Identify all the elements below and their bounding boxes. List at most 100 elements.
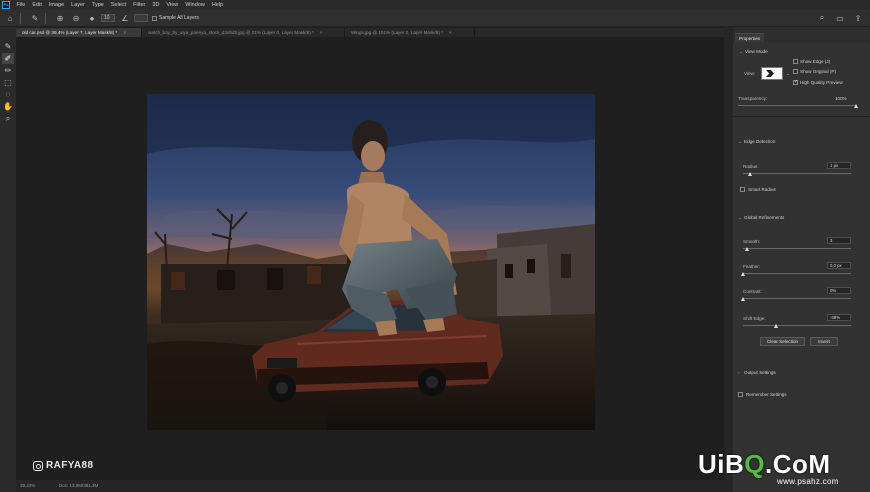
menu-image[interactable]: Image xyxy=(45,0,67,10)
instagram-watermark: RAFYA88 xyxy=(33,460,93,471)
subtract-mode-icon[interactable]: ⊖ xyxy=(70,12,82,24)
shift-edge-label: Shift Edge: xyxy=(743,316,766,321)
canvas-area[interactable] xyxy=(16,37,724,480)
transparency-slider-track[interactable] xyxy=(738,105,856,106)
tab-wings[interactable]: Wings.jpg @ 151% (Layer 0, Layer Mask/8)… xyxy=(345,28,475,37)
angle-icon[interactable]: ∠ xyxy=(119,12,131,24)
menu-type[interactable]: Type xyxy=(88,0,107,10)
lasso-tool-icon[interactable]: ◌ xyxy=(2,89,14,100)
share-icon[interactable]: ⇪ xyxy=(852,12,864,24)
properties-panel: Properties ⌄ View Mode View: ⌄ Show Edge … xyxy=(733,27,870,492)
tools-panel: ✎ ✐ ✏ ⬚ ◌ ✋ ⌕ xyxy=(0,27,16,492)
contrast-field[interactable]: 0% xyxy=(827,287,851,294)
refine-edge-brush-icon[interactable]: ✐ xyxy=(2,53,14,64)
photoshop-logo-icon: Ps xyxy=(2,1,10,9)
site-watermark-part-b: Q xyxy=(744,449,766,479)
workspace-icon[interactable]: ▭ xyxy=(834,12,846,24)
shift-edge-slider-thumb[interactable] xyxy=(774,324,778,328)
divider xyxy=(733,116,870,117)
view-mode-header[interactable]: ⌄ View Mode xyxy=(739,49,768,55)
quick-selection-tool-icon[interactable]: ✎ xyxy=(2,41,14,52)
tab-label: watch_boy_by_aiya_poenya_stock_d2obd2.jp… xyxy=(148,30,314,35)
angle-field[interactable] xyxy=(134,14,148,22)
tab-watch-boy[interactable]: watch_boy_by_aiya_poenya_stock_d2obd2.jp… xyxy=(142,28,345,37)
checkbox-box[interactable] xyxy=(152,15,157,21)
divider xyxy=(20,12,21,24)
instagram-icon xyxy=(33,460,43,471)
shift-edge-field[interactable]: -38% xyxy=(827,314,851,321)
divider xyxy=(45,12,46,24)
transparency-value[interactable]: 100% xyxy=(835,96,847,101)
global-refinements-header[interactable]: ⌄ Global Refinements xyxy=(738,215,784,221)
close-icon[interactable]: × xyxy=(320,30,323,35)
tab-label: Wings.jpg @ 151% (Layer 0, Layer Mask/8)… xyxy=(351,30,443,35)
smooth-slider-track[interactable] xyxy=(743,248,851,249)
refine-brush-icon[interactable]: ✎ xyxy=(29,12,41,24)
close-icon[interactable]: × xyxy=(123,30,126,35)
menu-filter[interactable]: Filter xyxy=(130,0,149,10)
radius-label: Radius: xyxy=(743,164,759,169)
menu-edit[interactable]: Edit xyxy=(29,0,45,10)
shift-edge-slider-track[interactable] xyxy=(743,325,851,326)
feather-slider-thumb[interactable] xyxy=(741,272,745,276)
radius-field[interactable]: 1 px xyxy=(827,162,851,169)
zoom-level[interactable]: 39,43% xyxy=(20,480,35,492)
view-dropdown-chevron-icon[interactable]: ⌄ xyxy=(786,71,790,77)
show-original-checkbox[interactable] xyxy=(793,69,798,74)
brush-size-field[interactable]: 10 xyxy=(101,14,115,22)
tab-properties[interactable]: Properties xyxy=(735,33,764,42)
transparency-label: Transparency: xyxy=(738,96,768,101)
options-right-group: ⌕ ▭ ⇪ xyxy=(816,12,864,24)
tab-label: old car.psd @ 39,4% (Layer 7, Layer Mask… xyxy=(22,30,118,35)
search-icon[interactable]: ⌕ xyxy=(816,12,828,24)
view-label: View: xyxy=(744,71,756,76)
smart-radius-checkbox[interactable] xyxy=(740,187,745,192)
smooth-label: Smooth: xyxy=(743,239,761,244)
menu-view[interactable]: View xyxy=(163,0,182,10)
document-photo[interactable] xyxy=(147,94,595,430)
home-icon[interactable]: ⌂ xyxy=(4,12,16,24)
menu-window[interactable]: Window xyxy=(182,0,209,10)
panel-dock-gutter xyxy=(724,27,733,492)
menu-select[interactable]: Select xyxy=(107,0,129,10)
site-watermark: UiB Q .CoM xyxy=(698,449,831,480)
remember-settings-checkbox[interactable] xyxy=(738,392,743,397)
contrast-slider-thumb[interactable] xyxy=(741,297,745,301)
show-edge-checkbox[interactable] xyxy=(793,59,798,64)
radius-slider-track[interactable] xyxy=(743,173,851,174)
contrast-slider-track[interactable] xyxy=(743,298,851,299)
high-quality-preview-label: High Quality Preview xyxy=(800,80,843,85)
remember-settings-label: Remember Settings xyxy=(746,392,787,397)
document-tabs: old car.psd @ 39,4% (Layer 7, Layer Mask… xyxy=(16,28,724,37)
show-original-label: Show Original (P) xyxy=(800,69,836,74)
brush-tool-icon[interactable]: ✏ xyxy=(2,65,14,76)
brush-size-icon[interactable]: ● xyxy=(86,12,98,24)
view-mode-thumbnail[interactable] xyxy=(761,67,783,80)
transparency-slider-thumb[interactable] xyxy=(853,104,858,108)
high-quality-preview-checkbox[interactable] xyxy=(793,79,798,85)
tab-old-car[interactable]: old car.psd @ 39,4% (Layer 7, Layer Mask… xyxy=(16,28,142,37)
menu-layer[interactable]: Layer xyxy=(68,0,89,10)
radius-slider-thumb[interactable] xyxy=(748,172,752,176)
feather-field[interactable]: 0,0 px xyxy=(827,262,851,269)
object-selection-icon[interactable]: ⬚ xyxy=(2,77,14,88)
smooth-slider-thumb[interactable] xyxy=(745,247,749,251)
sample-all-layers-label: Sample All Layers xyxy=(159,15,200,21)
zoom-tool-icon[interactable]: ⌕ xyxy=(2,113,14,124)
hand-tool-icon[interactable]: ✋ xyxy=(2,101,14,112)
invert-button[interactable]: Invert xyxy=(810,337,838,346)
menu-help[interactable]: Help xyxy=(208,0,226,10)
output-settings-header[interactable]: › Output Settings xyxy=(738,370,776,375)
close-icon[interactable]: × xyxy=(449,30,452,35)
properties-body: ⌄ View Mode View: ⌄ Show Edge (J) Show Or… xyxy=(733,42,870,492)
menu-3d[interactable]: 3D xyxy=(149,0,163,10)
options-bar: ⌂ ✎ ⊕ ⊖ ● 10 ∠ Sample All Layers ⌕ ▭ ⇪ xyxy=(0,10,870,27)
edge-detection-header[interactable]: ⌄ Edge Detection xyxy=(738,139,775,145)
feather-slider-track[interactable] xyxy=(743,273,851,274)
sample-all-layers-checkbox[interactable]: Sample All Layers xyxy=(152,15,199,21)
smooth-field[interactable]: 3 xyxy=(827,237,851,244)
clear-selection-button[interactable]: Clear Selection xyxy=(760,337,805,346)
global-refinements-label: Global Refinements xyxy=(744,215,785,220)
menu-file[interactable]: File xyxy=(13,0,29,10)
add-mode-icon[interactable]: ⊕ xyxy=(54,12,66,24)
